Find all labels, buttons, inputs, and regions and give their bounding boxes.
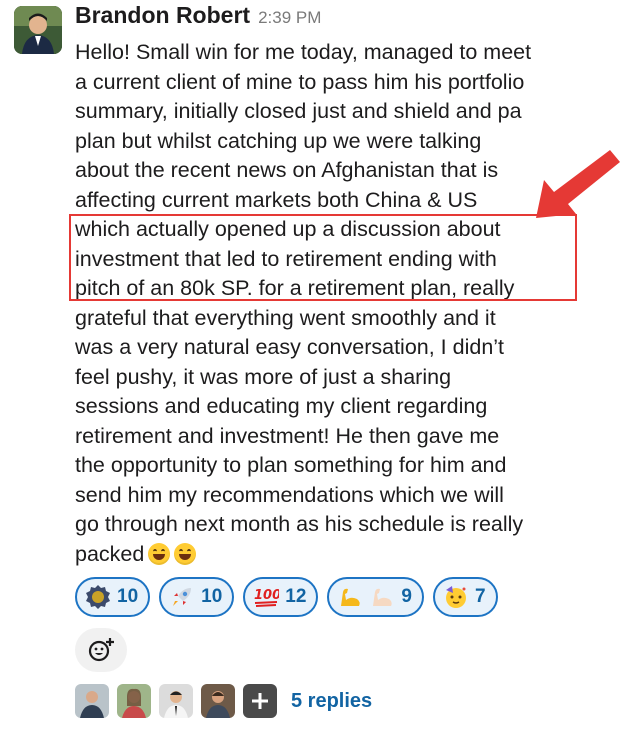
red-arrow-icon: [536, 150, 620, 218]
replier-avatar: [117, 684, 151, 718]
thread-summary[interactable]: 5 replies: [75, 684, 372, 718]
message-line: affecting current markets both China & U…: [75, 187, 478, 212]
reaction-hundred[interactable]: 100 12: [243, 577, 319, 617]
reaction-count: 7: [475, 586, 486, 607]
highlight-box: [69, 214, 577, 301]
message-line: go through next month as his schedule is…: [75, 512, 524, 536]
message-line: a current client of mine to pass him his…: [75, 69, 525, 94]
timestamp[interactable]: 2:39 PM: [258, 8, 321, 28]
replier-avatar: [201, 684, 235, 718]
add-reaction-button[interactable]: [75, 628, 127, 672]
reactions-bar: 10 10 100 12 9 7: [75, 577, 498, 617]
message-line: summary, initially closed just and shiel…: [75, 99, 522, 123]
message-line-text: packed: [75, 541, 145, 566]
reaction-count: 12: [285, 586, 307, 607]
message-body: Hello! Small win for me today, managed t…: [75, 38, 600, 569]
reaction-rocket[interactable]: 10: [159, 577, 235, 617]
hundred-points-icon: 100: [253, 584, 279, 610]
message-line: Hello! Small win for me today, managed t…: [75, 40, 532, 64]
message-line: sessions and educating my client regardi…: [75, 394, 488, 418]
badge-icon: [85, 584, 111, 610]
message-line: grateful that everything went smoothly a…: [75, 305, 496, 330]
message-line: retirement and investment! He then gave …: [75, 423, 500, 448]
rocket-icon: [169, 584, 195, 610]
message-line: send him my recommendations which we wil…: [75, 482, 504, 507]
author-name[interactable]: Brandon Robert: [75, 2, 250, 29]
reaction-count: 10: [117, 586, 139, 607]
message-line: about the recent news on Afghanistan tha…: [75, 158, 499, 182]
flexed-biceps-light-icon: [369, 584, 395, 610]
replier-avatar: [159, 684, 193, 718]
reaction-count: 9: [401, 586, 412, 607]
flexed-biceps-icon: [337, 584, 363, 610]
grinning-face-with-smiling-eyes-icon: [148, 542, 171, 565]
message-line: plan but whilst catching up we were talk…: [75, 128, 482, 153]
add-reaction-icon: [88, 638, 114, 662]
reaction-badge[interactable]: 10: [75, 577, 151, 617]
message-line: feel pushy, it was more of just a sharin…: [75, 364, 452, 389]
message-line: was a very natural easy conversation, I …: [75, 335, 505, 359]
message-line-last: packed: [75, 540, 600, 570]
reaction-partying-face[interactable]: 7: [433, 577, 498, 617]
reaction-count: 10: [201, 586, 223, 607]
partying-face-icon: [443, 584, 469, 610]
grinning-face-with-smiling-eyes-icon: [174, 542, 197, 565]
replier-avatar: [75, 684, 109, 718]
message-line: the opportunity to plan something for hi…: [75, 453, 507, 477]
reaction-flexed-biceps[interactable]: 9: [327, 577, 424, 617]
author-avatar[interactable]: [14, 6, 62, 54]
message-header: Brandon Robert 2:39 PM: [75, 2, 321, 36]
replies-link[interactable]: 5 replies: [291, 690, 372, 713]
more-repliers-icon: [243, 684, 277, 718]
message: Brandon Robert 2:39 PM Hello! Small win …: [0, 0, 621, 731]
svg-text:100: 100: [254, 588, 279, 603]
